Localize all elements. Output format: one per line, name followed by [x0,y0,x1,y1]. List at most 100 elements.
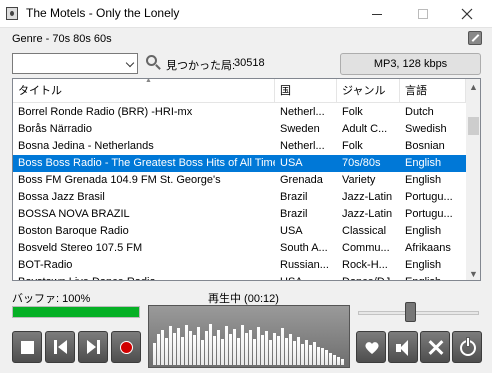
visualizer-bar [321,348,324,365]
sort-up-icon: ▲ [145,78,152,84]
cell-country: Brazil [280,208,308,220]
previous-button[interactable] [45,331,75,363]
visualizer-bar [313,342,316,365]
scroll-thumb[interactable] [468,117,479,135]
volume-button[interactable] [388,331,418,363]
table-row[interactable]: Bosna Jedina - Netherlands Netherl... Folk… [13,138,466,155]
cell-country: South A... [280,242,328,254]
window-title: The Motels - Only the Lonely [26,6,180,20]
visualizer-bar [181,337,184,365]
visualizer-bar [161,330,164,365]
cell-genre: Jazz-Latin [342,208,393,220]
cell-title: Boston Baroque Radio [18,225,129,237]
visualizer-bar [305,340,308,365]
table-row[interactable]: Bosveld Stereo 107.5 FM South A... Commu..… [13,240,466,257]
table-row[interactable]: Boston Baroque Radio USA Classical English [13,223,466,240]
volume-slider-track[interactable] [358,311,479,315]
column-header-genre[interactable]: ジャンル [337,79,400,103]
visualizer-bar [281,328,284,365]
cell-genre: Commu... [342,242,390,254]
visualizer-bar [301,344,304,365]
found-stations-label: 見つかった局: [166,60,236,72]
table-row[interactable]: BOSSA NOVA BRAZIL Brazil Jazz-Latin Portugu… [13,206,466,223]
visualizer-bar [173,333,176,365]
list-header: タイトル ▲ 国 ジャンル 言語 [13,79,466,103]
table-row[interactable]: Boss Boss Radio - The Greatest Boss Hits… [13,155,466,172]
power-line-icon [466,337,470,347]
scroll-up-icon[interactable]: ▲ [466,79,480,94]
next-icon [87,340,101,354]
cell-title: Boss Boss Radio - The Greatest Boss Hits… [18,157,275,169]
previous-icon [54,340,68,354]
genre-label: Genre - 70s 80s 60s [12,33,112,45]
cell-title: Bosveld Stereo 107.5 FM [18,242,143,254]
cell-genre: Folk [342,140,363,152]
column-header-title[interactable]: タイトル ▲ [13,79,275,103]
table-row[interactable]: BOT-Radio Russian... Rock-H... English [13,257,466,274]
search-icon[interactable] [146,55,162,71]
cell-language: Bosnian [405,140,445,152]
visualizer-bar [205,331,208,365]
visualizer-bar [169,326,172,365]
visualizer-bar [233,329,236,365]
visualizer-bar [285,338,288,365]
cell-country: Grenada [280,174,323,186]
cell-title: Borås Närradio [18,123,92,135]
table-row[interactable]: Boss FM Grenada 104.9 FM St. George's Gre… [13,172,466,189]
next-button[interactable] [78,331,108,363]
station-list[interactable]: タイトル ▲ 国 ジャンル 言語 Borrel Ronde Radio (BRR… [12,78,481,281]
cell-title: Bossa Jazz Brasil [18,191,105,203]
visualizer-bar [309,345,312,365]
cell-genre: Classical [342,225,387,237]
visualizer-bar [253,339,256,365]
format-button[interactable]: MP3, 128 kbps [340,53,481,75]
visualizer-bar [193,335,196,365]
visualizer-bar [341,359,344,365]
cell-country: Russian... [280,259,329,271]
heart-icon [365,342,379,354]
table-row[interactable]: Borrel Ronde Radio (BRR) -HRI-mx Netherl.… [13,104,466,121]
search-dropdown[interactable] [12,53,138,74]
scroll-down-icon[interactable]: ▼ [466,266,480,280]
maximize-button[interactable] [402,0,444,28]
visualizer-bar [157,334,160,365]
column-header-country[interactable]: 国 [275,79,337,103]
cell-genre: Folk [342,106,363,118]
visualizer-bar [337,357,340,365]
record-button[interactable] [111,331,141,363]
visualizer-bar [257,327,260,365]
speaker-cone-icon [400,340,408,356]
cell-country: USA [280,157,303,169]
visualizer-bar [209,324,212,365]
table-row[interactable]: Bossa Jazz Brasil Brazil Jazz-Latin Portugu… [13,189,466,206]
visualizer-bar [249,330,252,365]
settings-button[interactable] [420,331,450,363]
close-button[interactable] [446,0,488,28]
cell-country: Netherl... [280,140,325,152]
cell-language: English [405,157,442,169]
visualizer-bar [289,334,292,365]
table-row[interactable]: Boystown Live Dance RadioUSADance/DJEngl… [13,274,466,280]
visualizer-bar [153,343,156,365]
visualizer-bar [325,350,328,365]
cell-country: Sweden [280,123,320,135]
visualizer-bar [229,334,232,365]
vertical-scrollbar[interactable]: ▲ ▼ [466,79,480,280]
edit-icon[interactable] [468,31,482,45]
favorite-button[interactable] [356,331,386,363]
stop-button[interactable] [12,331,42,363]
visualizer-bar [237,338,240,365]
visualizer-bar [245,333,248,365]
table-row[interactable]: Borås Närradio Sweden Adult C... Swedish [13,121,466,138]
column-header-language[interactable]: 言語 [400,79,466,103]
visualizer-bar [261,335,264,365]
stop-icon [21,341,34,354]
maximize-icon [418,9,428,19]
cell-title: BOT-Radio [18,259,73,271]
visualizer-bar [177,328,180,365]
minimize-button[interactable] [356,0,398,28]
cell-genre: Rock-H... [342,259,388,271]
volume-slider-thumb[interactable] [405,302,417,322]
power-button[interactable] [452,331,482,363]
title-bar: The Motels - Only the Lonely [0,0,492,28]
